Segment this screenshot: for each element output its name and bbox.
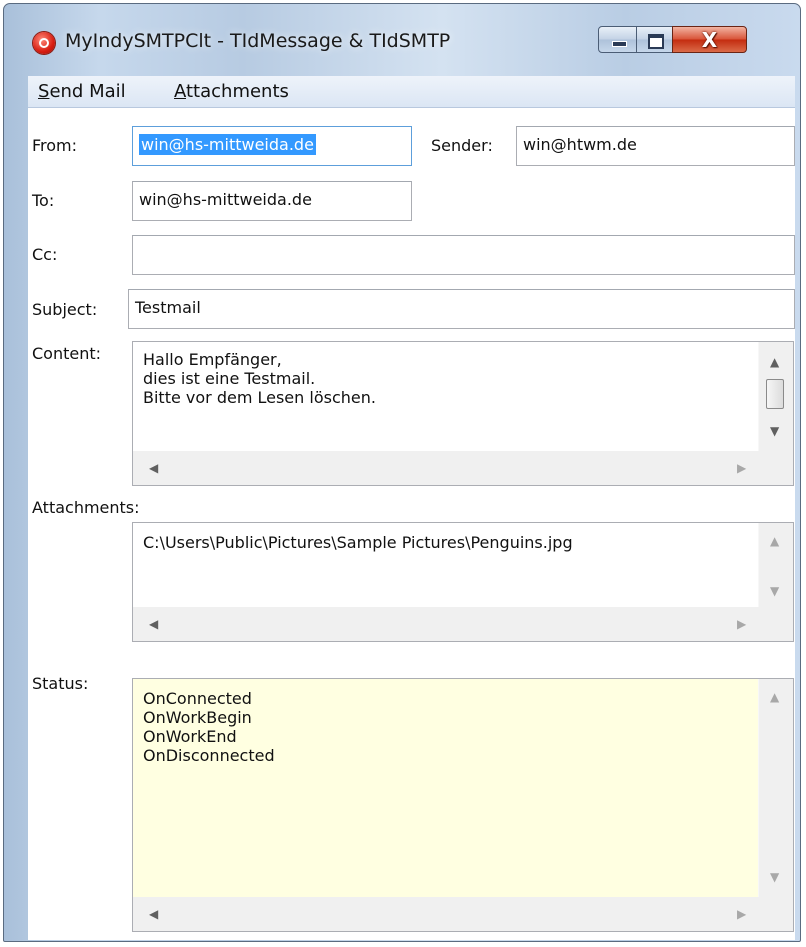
status-text: OnConnected OnWorkBegin OnWorkEnd OnDisconn… (143, 689, 275, 765)
maximize-button[interactable] (636, 26, 673, 53)
menu-attachments[interactable]: Attachments (174, 81, 289, 102)
subject-field[interactable]: Testmail (128, 289, 795, 329)
window-title: MyIndySMTPClt - TIdMessage & TIdSMTP (65, 30, 451, 52)
content-line: Bitte vor dem Lesen löschen. (143, 388, 376, 407)
caption-buttons: X (598, 26, 774, 54)
cc-label: Cc: (32, 245, 58, 264)
maximize-icon (648, 34, 664, 49)
status-vertical-scrollbar[interactable]: ▲ ▼ (758, 679, 793, 897)
attachments-memo[interactable]: C:\Users\Public\Pictures\Sample Pictures… (132, 522, 794, 642)
scroll-corner (759, 451, 793, 485)
scroll-down-icon[interactable]: ▼ (770, 425, 779, 437)
from-field[interactable]: win@hs-mittweida.de (132, 126, 412, 166)
status-memo[interactable]: OnConnected OnWorkBegin OnWorkEnd OnDisconn… (132, 678, 794, 932)
scroll-right-icon[interactable]: ▶ (737, 908, 746, 920)
menu-send-mail[interactable]: Send Mail (38, 81, 126, 102)
title-bar[interactable]: MyIndySMTPClt - TIdMessage & TIdSMTP X (4, 4, 800, 80)
sender-field[interactable]: win@htwm.de (516, 126, 795, 166)
status-line: OnConnected (143, 689, 252, 708)
close-button[interactable]: X (672, 26, 747, 53)
scroll-right-icon[interactable]: ▶ (737, 462, 746, 474)
status-line: OnWorkBegin (143, 708, 252, 727)
to-field[interactable]: win@hs-mittweida.de (132, 181, 412, 221)
content-horizontal-scrollbar[interactable]: ◀ ▶ (133, 451, 759, 485)
content-vertical-scrollbar[interactable]: ▲ ▼ (758, 342, 793, 451)
scroll-corner (759, 607, 793, 641)
content-label: Content: (32, 344, 102, 363)
from-label: From: (32, 136, 78, 155)
content-line: Hallo Empfänger, (143, 350, 282, 369)
minimize-icon (612, 41, 627, 47)
status-label: Status: (32, 674, 89, 693)
scroll-left-icon[interactable]: ◀ (149, 618, 158, 630)
scroll-thumb[interactable] (766, 379, 784, 409)
close-icon: X (701, 27, 718, 52)
form-area: From: win@hs-mittweida.de Sender: win@ht… (28, 108, 795, 940)
status-line: OnWorkEnd (143, 727, 237, 746)
scroll-down-icon[interactable]: ▼ (770, 585, 779, 597)
status-horizontal-scrollbar[interactable]: ◀ ▶ (133, 897, 759, 931)
menu-attachments-accel: A (174, 81, 186, 102)
attachments-label: Attachments: (32, 498, 140, 517)
content-memo[interactable]: Hallo Empfänger, dies ist eine Testmail. B… (132, 341, 794, 486)
menu-send-mail-label: end Mail (49, 81, 126, 102)
attachment-line: C:\Users\Public\Pictures\Sample Pictures… (143, 533, 573, 552)
scroll-left-icon[interactable]: ◀ (149, 462, 158, 474)
to-label: To: (32, 191, 55, 210)
from-field-value: win@hs-mittweida.de (139, 134, 316, 155)
attachments-horizontal-scrollbar[interactable]: ◀ ▶ (133, 607, 759, 641)
scroll-left-icon[interactable]: ◀ (149, 908, 158, 920)
scroll-up-icon[interactable]: ▲ (770, 691, 779, 703)
menu-send-mail-accel: S (38, 81, 50, 102)
status-line: OnDisconnected (143, 746, 275, 765)
scroll-up-icon[interactable]: ▲ (770, 356, 779, 368)
subject-label: Subject: (32, 300, 98, 319)
attachments-vertical-scrollbar[interactable]: ▲ ▼ (758, 523, 793, 607)
scroll-corner (759, 897, 793, 931)
content-text: Hallo Empfänger, dies ist eine Testmail. B… (143, 350, 376, 407)
sender-label: Sender: (431, 136, 493, 155)
scroll-right-icon[interactable]: ▶ (737, 618, 746, 630)
content-line: dies ist eine Testmail. (143, 369, 316, 388)
menu-bar: Send Mail Attachments (28, 76, 795, 108)
menu-attachments-label: ttachments (186, 81, 289, 102)
attachments-text: C:\Users\Public\Pictures\Sample Pictures… (143, 533, 573, 552)
scroll-down-icon[interactable]: ▼ (770, 871, 779, 883)
main-window: MyIndySMTPClt - TIdMessage & TIdSMTP X S… (3, 3, 801, 942)
minimize-button[interactable] (598, 26, 637, 53)
scroll-up-icon[interactable]: ▲ (770, 535, 779, 547)
app-icon (33, 32, 55, 54)
cc-field[interactable] (132, 235, 795, 275)
